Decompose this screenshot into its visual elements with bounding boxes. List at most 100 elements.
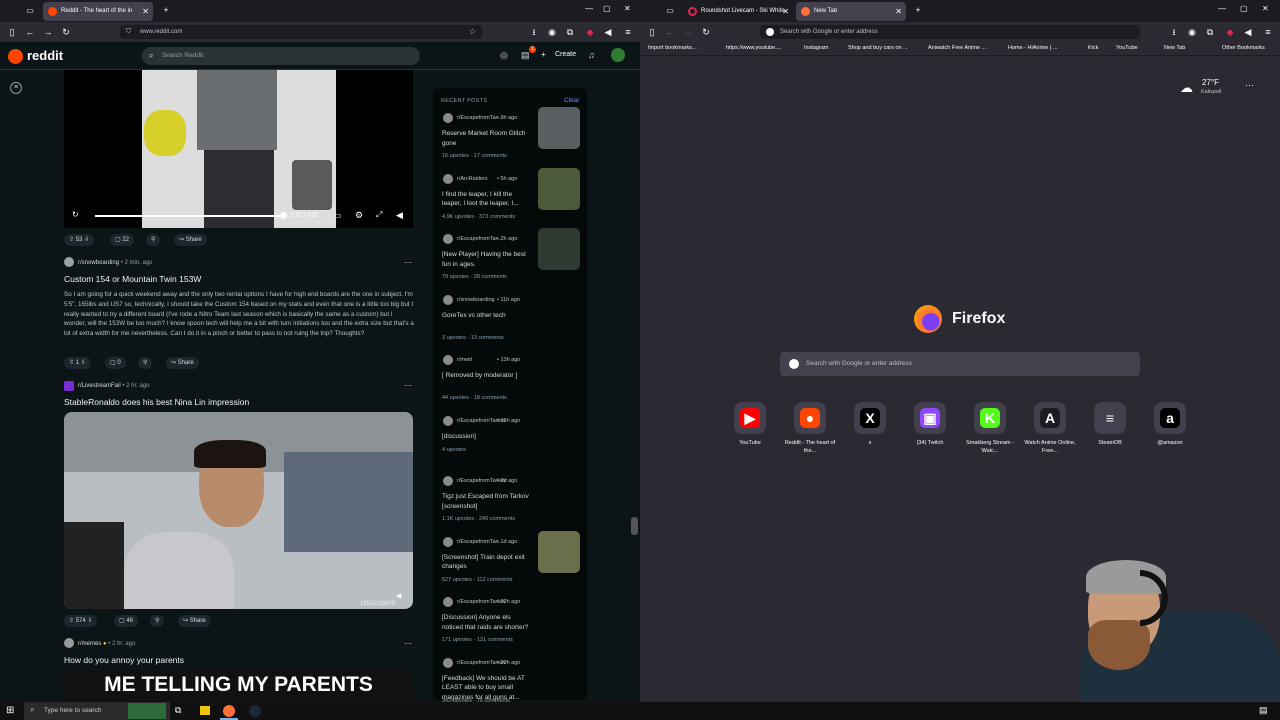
shortcut-tile[interactable]: a @amazon xyxy=(1140,400,1200,447)
shortcut-tile[interactable]: A Watch Anime Online, Free... xyxy=(1020,400,1080,455)
video-progress-bar[interactable] xyxy=(95,215,285,217)
address-bar[interactable]: ⛉ www.reddit.com ☆ xyxy=(120,25,482,39)
anime-icon[interactable]: A xyxy=(1034,402,1066,434)
subreddit-avatar[interactable] xyxy=(64,381,74,391)
close-tab-icon[interactable]: ✕ xyxy=(895,2,902,21)
audio-icon[interactable]: ◀ xyxy=(1242,26,1254,38)
post3-comments[interactable]: ▢ 46 xyxy=(114,615,139,627)
shortcut-tile[interactable]: K Smakberg Stream - Watc... xyxy=(960,400,1020,455)
minimize-icon[interactable]: — xyxy=(585,4,593,13)
task-view-icon[interactable]: ⧉ xyxy=(175,705,181,716)
bookmark-import[interactable]: Import bookmarks... xyxy=(648,45,697,51)
avatar[interactable] xyxy=(611,48,625,62)
reload-icon[interactable]: ↻ xyxy=(700,26,712,38)
shortcut-tile[interactable]: ▣ (34) Twitch xyxy=(900,400,960,447)
downvote-icon[interactable]: ⇩ xyxy=(81,360,86,366)
downvote-icon[interactable]: ⇩ xyxy=(84,237,89,243)
sidebar-icon[interactable]: ▯ xyxy=(646,26,658,38)
youtube-icon[interactable]: ▶ xyxy=(734,402,766,434)
recent-post-title[interactable]: Reserve Market Room Glitch gone xyxy=(442,129,532,148)
post2-share[interactable]: ↪ Share xyxy=(166,357,199,369)
downloads-icon[interactable]: ⭳ xyxy=(1168,26,1180,38)
post2-award[interactable]: ⚲ xyxy=(138,357,153,369)
bookmark-cars[interactable]: Shop and buy cars on ... xyxy=(848,45,908,51)
extensions-icon[interactable]: ⧉ xyxy=(564,26,576,38)
minimize-icon[interactable]: — xyxy=(1218,4,1226,13)
settings-gear-icon[interactable]: ⚙ xyxy=(355,210,363,221)
address-bar[interactable]: Search with Google or enter address xyxy=(760,25,1140,39)
steam-icon[interactable] xyxy=(249,705,261,717)
clear-button[interactable]: Clear xyxy=(564,97,580,104)
post2-comments[interactable]: ▢ 0 xyxy=(105,357,126,369)
post3-share[interactable]: ↪ Share xyxy=(178,615,211,627)
recent-post-thumbnail[interactable] xyxy=(538,530,580,573)
close-window-icon[interactable]: ✕ xyxy=(624,4,631,13)
recent-post-subreddit[interactable]: r/meirl xyxy=(457,357,472,363)
audio-icon[interactable]: ◀ xyxy=(602,26,614,38)
recent-post-title[interactable]: [ Removed by moderator ] xyxy=(442,371,532,381)
reddit-search-input[interactable]: ⌕ Search Reddit xyxy=(142,47,420,65)
hamburger-menu-icon[interactable]: ≡ xyxy=(10,82,22,94)
recent-post-thumbnail[interactable] xyxy=(538,167,580,210)
close-tab-icon[interactable]: ✕ xyxy=(782,2,789,21)
menu-icon[interactable]: ≡ xyxy=(622,26,634,38)
other-bookmarks[interactable]: Other Bookmarks xyxy=(1222,45,1265,51)
recent-post-title[interactable]: I find the leaper, I kill the leaper, I … xyxy=(442,190,532,209)
tab-list-icon[interactable]: ▭ xyxy=(664,5,676,17)
reddit-wordmark[interactable]: reddit xyxy=(27,48,63,63)
recent-post-thumbnail[interactable] xyxy=(538,228,580,270)
recent-post-subreddit[interactable]: r/EscapefromTar... xyxy=(457,115,502,121)
recent-post-title[interactable]: [discussion] xyxy=(442,432,532,442)
subreddit-avatar[interactable] xyxy=(64,257,74,267)
shortcut-tile[interactable]: ● Reddit - The heart of the... xyxy=(780,400,840,455)
post1-vote[interactable]: ⇧ 53 ⇩ xyxy=(64,234,95,246)
subreddit-link[interactable]: r/LivestreamFail xyxy=(78,383,121,389)
create-plus-icon[interactable]: + xyxy=(541,50,546,59)
file-explorer-icon[interactable] xyxy=(200,706,210,715)
recent-post-subreddit[interactable]: r/snowboarding xyxy=(457,297,495,303)
recent-post-title[interactable]: GoreTex vs other tech xyxy=(442,311,532,321)
x-icon[interactable]: X xyxy=(854,402,886,434)
post2-vote[interactable]: ⇧ 1 ⇩ xyxy=(64,357,91,369)
post3-vote[interactable]: ⇧ 574 ⇩ xyxy=(64,615,98,627)
bookmark-new-tab[interactable]: New Tab xyxy=(1164,45,1185,51)
taskbar-search[interactable]: ⌕ Type here to search xyxy=(24,702,170,720)
recent-post-thumbnail[interactable] xyxy=(538,107,580,149)
ublock-icon[interactable]: ◆ xyxy=(584,26,596,38)
more-options-icon[interactable]: ⋯ xyxy=(404,639,412,648)
sidebar-icon[interactable]: ▯ xyxy=(6,26,18,38)
scrollbar-thumb[interactable] xyxy=(631,517,638,535)
more-options-icon[interactable]: ⋯ xyxy=(404,258,412,267)
recent-post-title[interactable]: [Screenshot] Train depot exit changes xyxy=(442,553,532,572)
forward-icon[interactable]: → xyxy=(42,26,54,38)
post1-award[interactable]: ⚲ xyxy=(146,234,161,246)
notifications-icon[interactable]: ♫ xyxy=(588,50,595,60)
steamdb-icon[interactable]: ≡ xyxy=(1094,402,1126,434)
back-icon[interactable]: ← xyxy=(24,26,36,38)
new-tab-icon[interactable]: + xyxy=(160,4,172,16)
windows-start-icon[interactable]: ⊞ xyxy=(6,705,14,716)
weather-temp[interactable]: 27°F xyxy=(1202,78,1219,87)
shortcut-tile[interactable]: Xx xyxy=(840,400,900,447)
chat-icon[interactable]: ▤ xyxy=(521,50,530,61)
extensions-icon[interactable]: ⧉ xyxy=(1204,26,1216,38)
newtab-search-input[interactable]: Search with Google or enter address xyxy=(780,352,1140,376)
post3-award[interactable]: ⚲ xyxy=(150,615,165,627)
bookmark-hianime[interactable]: Home - HiAnime | ... xyxy=(1008,45,1057,51)
maximize-icon[interactable]: ▢ xyxy=(1240,4,1248,13)
shortcut-tile[interactable]: ▶ YouTube xyxy=(720,400,780,447)
recent-post-title[interactable]: Tigz just Escaped from Tarkov [screensho… xyxy=(442,492,532,511)
captions-icon[interactable]: ▭ xyxy=(334,211,342,220)
maximize-icon[interactable]: ▢ xyxy=(603,4,611,13)
create-button[interactable]: Create xyxy=(555,51,576,58)
recent-post-subreddit[interactable]: r/EscapefromTar... xyxy=(457,236,502,242)
post1-video[interactable]: ↻ 0:37 / 0:37 ▭ ⚙ ⤢ ◀ xyxy=(64,70,413,228)
weather-options-icon[interactable]: ⋯ xyxy=(1245,80,1254,91)
post2-body[interactable]: So I am going for a quick weekend away a… xyxy=(64,290,414,350)
advertise-icon[interactable]: ◎ xyxy=(500,50,508,61)
video-volume-icon[interactable]: ◀ xyxy=(396,592,401,600)
downvote-icon[interactable]: ⇩ xyxy=(87,618,92,624)
recent-post-title[interactable]: [Discussion] Anyone els noticed that rai… xyxy=(442,613,532,632)
subreddit-link[interactable]: r/snowboarding xyxy=(78,260,119,266)
shortcut-tile[interactable]: ≡ SteamDB xyxy=(1080,400,1140,447)
